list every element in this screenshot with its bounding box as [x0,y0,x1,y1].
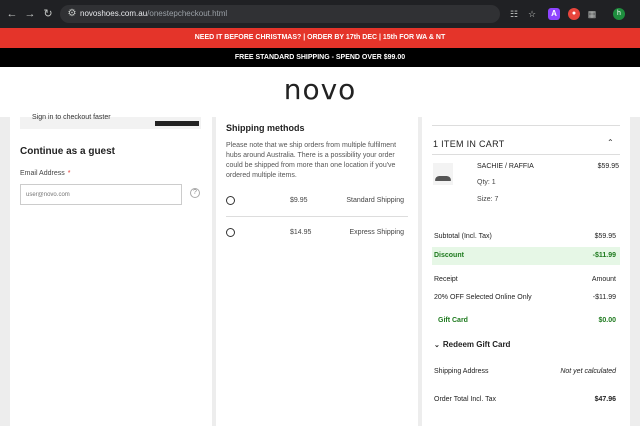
promo-banner[interactable]: NEED IT BEFORE CHRISTMAS? | ORDER BY 17t… [0,28,640,48]
order-total-label: Order Total Incl. Tax [434,396,496,403]
product-name: SACHIE / RAFFIA [477,163,534,170]
divider [432,154,620,155]
url-host: novoshoes.com.au [80,9,148,18]
radio-express[interactable] [226,228,235,237]
site-info-icon[interactable]: ⚙ [66,8,78,20]
promo-label: 20% OFF Selected Online Only [434,294,532,301]
signin-text: Sign in to checkout faster [32,114,111,121]
discount-label: Discount [434,252,464,259]
url-text: novoshoes.com.au/onestepcheckout.html [80,8,227,20]
forward-icon[interactable]: → [24,8,36,20]
bookmark-star-icon[interactable]: ☆ [526,8,538,20]
discount-row: Discount -$11.99 [432,247,620,265]
email-label: Email Address * [20,170,70,177]
order-total-value: $47.96 [594,396,616,403]
help-icon[interactable]: ? [190,188,200,198]
extension-a-icon[interactable]: A [548,8,560,20]
customer-panel: Sign in to checkout faster Continue as a… [10,114,212,426]
email-field[interactable] [20,184,182,205]
email-label-text: Email Address [20,170,65,177]
site-header: novo [0,67,640,117]
promo-row: 20% OFF Selected Online Only -$11.99 [432,290,620,306]
shipping-address-row: Shipping Address Not yet calculated [432,364,620,380]
cart-title[interactable]: 1 ITEM IN CART [433,139,505,149]
shipping-title: Shipping methods [226,123,305,133]
back-icon[interactable]: ← [6,8,18,20]
shipping-option-express[interactable]: $14.95 Express Shipping [226,221,408,249]
browser-toolbar: ← → ↻ ⚙ novoshoes.com.au/onestepcheckout… [0,0,640,28]
subtotal-row: Subtotal (Incl. Tax) $59.95 [432,229,620,245]
receipt-label: Receipt [434,276,458,283]
receipt-header-row: Receipt Amount [432,272,620,288]
address-bar[interactable]: ⚙ novoshoes.com.au/onestepcheckout.html [60,5,500,23]
order-total-row: Order Total Incl. Tax $47.96 [432,392,620,408]
redeem-gift-card-toggle[interactable]: ⌄ Redeem Gift Card [434,340,510,349]
product-thumbnail[interactable] [433,163,453,185]
shoe-image [435,176,451,181]
shipping-address-value: Not yet calculated [560,368,616,375]
shipping-name: Express Shipping [349,229,404,236]
shipping-address-label: Shipping Address [434,368,489,375]
product-size: Size: 7 [477,196,499,203]
product-price: $59.95 [597,163,619,170]
signin-button[interactable] [155,121,199,126]
subtotal-label: Subtotal (Incl. Tax) [434,233,492,240]
shipping-note: Please note that we ship orders from mul… [226,142,397,179]
shipping-price: $14.95 [290,229,312,236]
chevron-up-icon[interactable]: ⌃ [607,138,614,147]
shipping-name: Standard Shipping [346,197,404,204]
extensions-puzzle-icon[interactable]: ▦ [586,8,598,20]
url-path: /onestepcheckout.html [147,9,228,18]
reload-icon[interactable]: ↻ [42,8,54,20]
shipping-price: $9.95 [290,197,308,204]
promo-value: -$11.99 [592,294,616,301]
divider [432,125,620,126]
translate-icon[interactable]: ☷ [508,8,520,20]
giftcard-label: Gift Card [438,317,468,324]
giftcard-row: Gift Card $0.00 [432,313,620,329]
guest-title: Continue as a guest [20,146,116,157]
discount-value: -$11.99 [592,252,616,259]
signin-box: Sign in to checkout faster [20,114,201,129]
redeem-label: Redeem Gift Card [442,340,511,349]
extension-red-icon[interactable]: ● [568,8,580,20]
profile-avatar[interactable]: h [613,8,625,20]
amount-label: Amount [591,276,616,283]
chevron-down-icon: ⌄ [434,342,440,349]
shipping-option-standard[interactable]: $9.95 Standard Shipping [226,189,408,217]
subtotal-value: $59.95 [594,233,616,240]
required-marker: * [67,170,71,177]
product-qty: Qty: 1 [477,179,496,186]
giftcard-value: $0.00 [598,317,616,324]
shipping-panel: Shipping methods Please note that we shi… [216,117,418,426]
order-summary-panel: 1 ITEM IN CART ⌃ SACHIE / RAFFIA $59.95 … [422,117,630,426]
radio-standard[interactable] [226,196,235,205]
novo-logo[interactable]: novo [0,73,640,106]
shipping-banner: FREE STANDARD SHIPPING - SPEND OVER $99.… [0,48,640,67]
